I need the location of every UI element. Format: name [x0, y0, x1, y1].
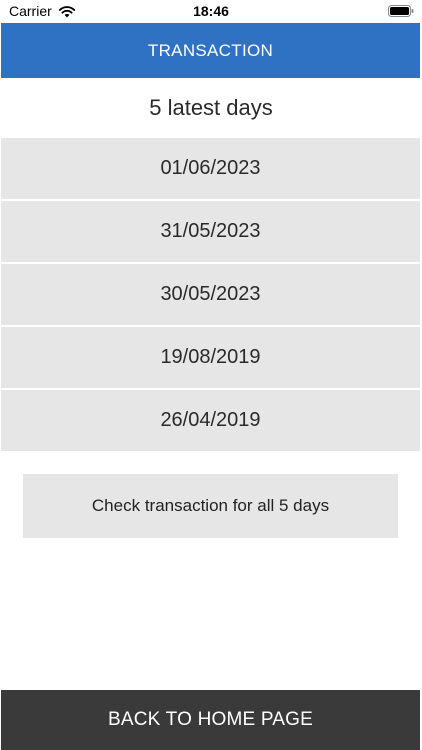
- day-item[interactable]: 30/05/2023: [1, 264, 420, 325]
- day-item-label: 30/05/2023: [160, 283, 261, 305]
- back-to-home-label: BACK TO HOME PAGE: [107, 709, 314, 730]
- day-item-label: 26/04/2019: [160, 409, 261, 431]
- check-all-days-button[interactable]: Check transaction for all 5 days: [23, 474, 398, 538]
- section-subtitle: 5 latest days: [149, 95, 273, 120]
- app-header: TRANSACTION: [1, 23, 420, 78]
- day-item[interactable]: 01/06/2023: [1, 138, 420, 199]
- battery-icon: [388, 5, 414, 17]
- day-item[interactable]: 26/04/2019: [1, 390, 420, 451]
- day-item-label: 19/08/2019: [160, 346, 261, 368]
- day-item[interactable]: 31/05/2023: [1, 201, 420, 262]
- day-list: 01/06/2023 31/05/2023 30/05/2023 19/08/2…: [1, 138, 420, 453]
- day-item-label: 01/06/2023: [160, 157, 261, 179]
- day-item-label: 31/05/2023: [160, 220, 261, 242]
- back-to-home-button[interactable]: BACK TO HOME PAGE: [1, 690, 420, 750]
- status-time: 18:46: [193, 3, 229, 19]
- check-all-days-label: Check transaction for all 5 days: [91, 496, 330, 515]
- day-item[interactable]: 19/08/2019: [1, 327, 420, 388]
- page-title: TRANSACTION: [147, 40, 274, 60]
- status-bar: Carrier 18:46: [0, 0, 422, 23]
